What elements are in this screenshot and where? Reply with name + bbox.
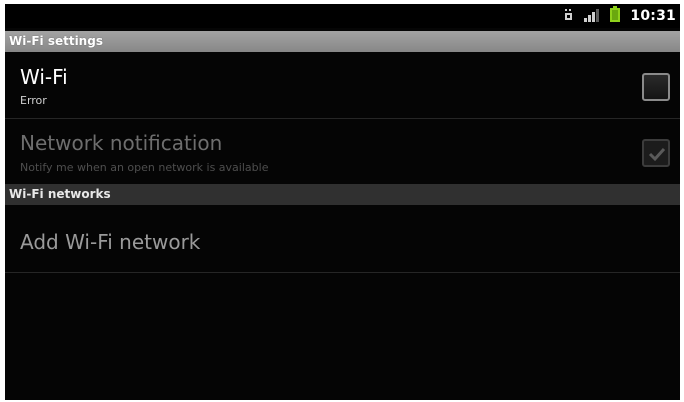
settings-screen: 10:31 Wi-Fi settings Wi-Fi Error Network… xyxy=(5,4,680,400)
network-notification-title: Network notification xyxy=(20,131,223,155)
network-notification-checkbox[interactable] xyxy=(642,139,670,167)
wifi-summary: Error xyxy=(20,94,47,107)
wifi-title: Wi-Fi xyxy=(20,65,68,89)
notification-icon xyxy=(564,7,574,26)
network-notification-summary: Notify me when an open network is availa… xyxy=(20,161,269,174)
wifi-checkbox[interactable] xyxy=(642,73,670,101)
section-header-wifi-settings: Wi-Fi settings xyxy=(5,31,680,52)
signal-icon xyxy=(584,7,600,26)
wifi-toggle-row[interactable]: Wi-Fi Error xyxy=(5,53,680,119)
add-wifi-network-row[interactable]: Add Wi-Fi network xyxy=(5,205,680,273)
section-header-wifi-networks: Wi-Fi networks xyxy=(5,184,680,205)
status-bar: 10:31 xyxy=(5,4,680,28)
checkmark-icon xyxy=(648,147,666,162)
add-wifi-network-title: Add Wi-Fi network xyxy=(20,230,201,254)
status-icons: 10:31 xyxy=(564,4,676,28)
network-notification-row[interactable]: Network notification Notify me when an o… xyxy=(5,119,680,184)
status-clock: 10:31 xyxy=(630,8,676,24)
battery-icon xyxy=(610,6,621,26)
